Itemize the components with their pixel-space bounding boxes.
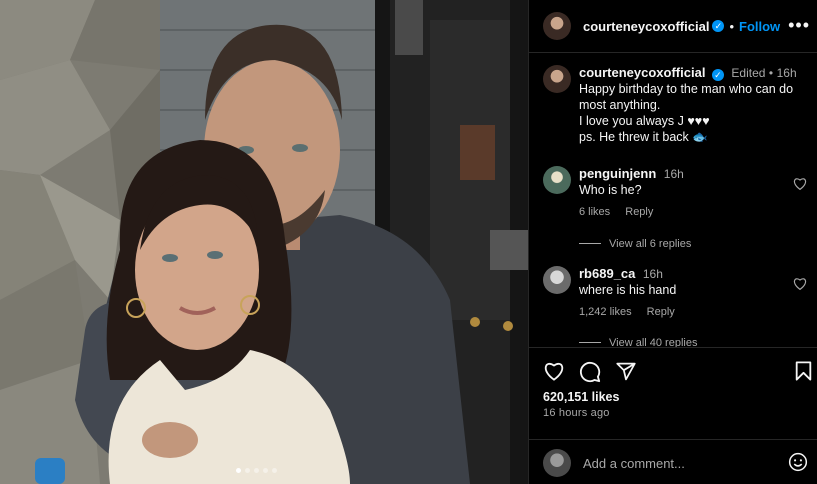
reply-button[interactable]: Reply <box>625 206 653 218</box>
caption-line: I love you always J ♥♥♥ <box>579 114 710 128</box>
view-replies-label: View all 40 replies <box>609 337 698 347</box>
photo-illustration <box>0 0 528 484</box>
post-actions: 620,151 likes 16 hours ago <box>529 347 817 419</box>
verified-badge-icon: ✓ <box>711 69 724 81</box>
post-time: 16 hours ago <box>543 407 610 419</box>
caption-time: 16h <box>776 66 797 80</box>
caption-avatar[interactable] <box>543 65 571 93</box>
carousel-indicator <box>236 468 277 473</box>
edited-label: Edited <box>731 66 766 80</box>
reply-button[interactable]: Reply <box>647 306 675 318</box>
separator: • <box>729 18 734 34</box>
verified-badge-icon: ✓ <box>712 20 725 32</box>
commenter-avatar[interactable] <box>543 166 571 194</box>
view-replies-button[interactable]: View all 40 replies <box>579 337 697 347</box>
heart-icon[interactable] <box>793 277 807 290</box>
comment-icon[interactable] <box>579 361 601 383</box>
heart-icon[interactable] <box>793 177 807 190</box>
view-replies-button[interactable]: View all 6 replies <box>579 238 691 250</box>
carousel-dot <box>263 468 268 473</box>
comment-text: Who is he? <box>579 183 642 197</box>
emoji-icon[interactable] <box>788 452 808 472</box>
comment-time: 16h <box>663 167 684 181</box>
share-icon[interactable] <box>615 361 637 382</box>
more-options-icon[interactable]: ••• <box>788 15 810 36</box>
commenter-avatar[interactable] <box>543 266 571 294</box>
likes-count[interactable]: 620,151 likes <box>543 390 619 404</box>
carousel-dot <box>254 468 259 473</box>
separator: • <box>768 66 774 80</box>
comment-likes[interactable]: 1,242 likes <box>579 306 632 318</box>
comment-time: 16h <box>642 267 663 281</box>
follow-button[interactable]: Follow <box>739 19 780 34</box>
divider-line <box>579 342 601 343</box>
view-replies-label: View all 6 replies <box>609 238 692 250</box>
add-comment-bar <box>529 439 817 484</box>
commenter-username[interactable]: penguinjenn <box>579 166 656 181</box>
post-header: courteneycoxofficial ✓ • Follow ••• <box>529 0 817 53</box>
heart-icon[interactable] <box>543 361 565 381</box>
post-photo[interactable] <box>0 0 528 484</box>
divider-line <box>579 243 601 244</box>
carousel-dot <box>272 468 277 473</box>
caption-line: Happy birthday to the man who can do mos… <box>579 82 794 112</box>
carousel-dot <box>236 468 241 473</box>
commenter-username[interactable]: rb689_ca <box>579 266 635 281</box>
carousel-dot <box>245 468 250 473</box>
caption-username[interactable]: courteneycoxofficial <box>579 65 705 80</box>
author-avatar[interactable] <box>543 12 571 40</box>
comment-likes[interactable]: 6 likes <box>579 206 610 218</box>
post-sidebar: courteneycoxofficial ✓ • Follow ••• cour… <box>528 0 817 484</box>
current-user-avatar <box>543 449 571 477</box>
comment-input[interactable] <box>581 452 775 474</box>
comment-text: where is his hand <box>579 283 677 297</box>
comments-section[interactable]: courteneycoxofficial ✓ Edited • 16h Happ… <box>529 53 817 347</box>
bookmark-icon[interactable] <box>795 361 812 381</box>
author-username[interactable]: courteneycoxofficial <box>583 19 709 34</box>
caption-line: ps. He threw it back 🐟 <box>579 130 708 144</box>
